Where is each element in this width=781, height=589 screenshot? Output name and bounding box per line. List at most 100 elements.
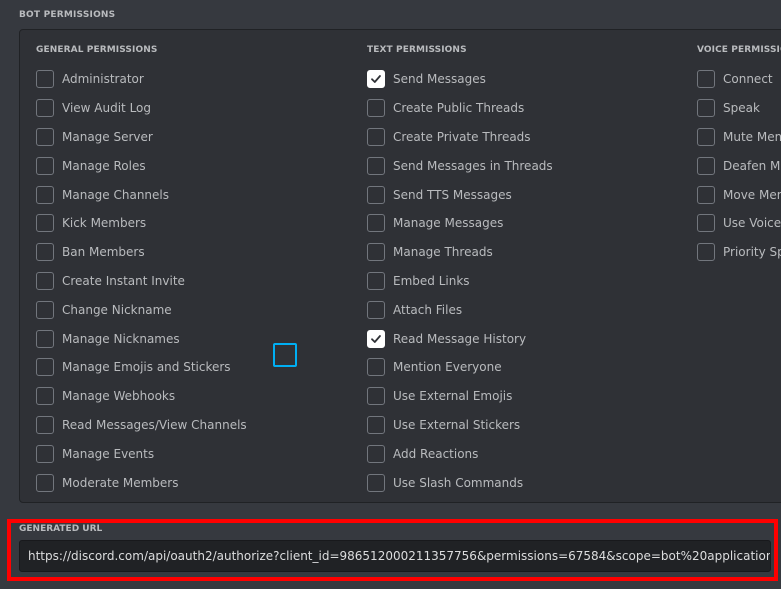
permission-label: Use Slash Commands <box>393 475 524 490</box>
permission-create-private-threads[interactable]: Create Private Threads <box>367 123 553 152</box>
permission-checkbox[interactable] <box>36 271 54 290</box>
permission-manage-messages[interactable]: Manage Messages <box>367 209 553 238</box>
permission-manage-nicknames[interactable]: Manage Nicknames <box>36 324 247 353</box>
permission-checkbox[interactable] <box>36 185 54 204</box>
permission-read-message-history[interactable]: Read Message History <box>367 324 553 353</box>
permission-checkbox[interactable] <box>367 300 385 319</box>
permission-use-external-emojis[interactable]: Use External Emojis <box>367 382 553 411</box>
permission-read-messages-view-channels[interactable]: Read Messages/View Channels <box>36 411 247 440</box>
permission-manage-roles[interactable]: Manage Roles <box>36 151 247 180</box>
permission-priority-spe[interactable]: Priority Spe <box>697 238 781 267</box>
permission-mute-mem[interactable]: Mute Mem <box>697 123 781 152</box>
permission-manage-server[interactable]: Manage Server <box>36 123 247 152</box>
permission-administrator[interactable]: Administrator <box>36 65 247 94</box>
permission-label: Manage Roles <box>62 158 146 173</box>
permission-checkbox[interactable] <box>36 444 54 463</box>
permission-manage-channels[interactable]: Manage Channels <box>36 180 247 209</box>
permission-label: Create Public Threads <box>393 101 525 116</box>
permission-checkbox[interactable] <box>36 387 54 406</box>
permission-add-reactions[interactable]: Add Reactions <box>367 439 553 468</box>
permission-label: Ban Members <box>62 245 145 260</box>
permission-checkbox[interactable] <box>697 127 715 146</box>
permission-checkbox[interactable] <box>367 271 385 290</box>
permission-use-voice-a[interactable]: Use Voice A <box>697 209 781 238</box>
permission-label: Speak <box>723 101 760 116</box>
permission-checkbox[interactable] <box>367 127 385 146</box>
permission-create-public-threads[interactable]: Create Public Threads <box>367 94 553 123</box>
permission-label: Read Message History <box>393 331 527 346</box>
permission-checkbox[interactable] <box>367 214 385 233</box>
permission-label: Use External Stickers <box>393 417 521 432</box>
permission-checkbox[interactable] <box>36 300 54 319</box>
permission-label: Add Reactions <box>393 446 479 461</box>
permission-view-audit-log[interactable]: View Audit Log <box>36 94 247 123</box>
permission-move-mem[interactable]: Move Mem <box>697 180 781 209</box>
permission-label: Manage Threads <box>393 245 493 260</box>
permission-checkbox[interactable] <box>697 156 715 175</box>
permission-label: Manage Nicknames <box>62 331 180 346</box>
permission-checkbox[interactable] <box>367 156 385 175</box>
permission-connect[interactable]: Connect <box>697 65 781 94</box>
permission-change-nickname[interactable]: Change Nickname <box>36 295 247 324</box>
generated-url-title: GENERATED URL <box>19 524 103 534</box>
permission-send-messages[interactable]: Send Messages <box>367 65 553 94</box>
check-icon <box>371 334 381 343</box>
permission-checkbox[interactable] <box>367 444 385 463</box>
permission-attach-files[interactable]: Attach Files <box>367 295 553 324</box>
permission-ban-members[interactable]: Ban Members <box>36 238 247 267</box>
permission-checkbox[interactable] <box>36 214 54 233</box>
permission-checkbox[interactable] <box>367 473 385 492</box>
permission-checkbox[interactable] <box>697 185 715 204</box>
permission-checkbox[interactable] <box>36 99 54 118</box>
permission-label: Change Nickname <box>62 302 172 317</box>
permission-label: Move Mem <box>723 187 781 202</box>
permission-checkbox[interactable] <box>367 329 385 348</box>
permission-manage-emojis-and-stickers[interactable]: Manage Emojis and Stickers <box>36 353 247 382</box>
permission-manage-threads[interactable]: Manage Threads <box>367 238 553 267</box>
permission-checkbox[interactable] <box>367 70 385 89</box>
permission-checkbox[interactable] <box>36 243 54 262</box>
permission-checkbox[interactable] <box>697 214 715 233</box>
permission-checkbox[interactable] <box>367 387 385 406</box>
permission-mention-everyone[interactable]: Mention Everyone <box>367 353 553 382</box>
permission-label: Administrator <box>62 72 144 87</box>
permission-checkbox[interactable] <box>36 358 54 377</box>
permission-label: Manage Messages <box>393 216 504 231</box>
focus-outline-checkbox[interactable] <box>273 343 297 367</box>
permission-checkbox[interactable] <box>697 243 715 262</box>
permission-moderate-members[interactable]: Moderate Members <box>36 468 247 497</box>
permission-checkbox[interactable] <box>367 99 385 118</box>
permission-embed-links[interactable]: Embed Links <box>367 267 553 296</box>
bot-permissions-title: BOT PERMISSIONS <box>19 10 116 20</box>
generated-url-field[interactable]: https://discord.com/api/oauth2/authorize… <box>19 540 771 572</box>
permission-label: Send Messages in Threads <box>393 158 553 173</box>
permission-manage-events[interactable]: Manage Events <box>36 439 247 468</box>
permission-checkbox[interactable] <box>36 415 54 434</box>
permission-checkbox[interactable] <box>36 329 54 348</box>
permission-checkbox[interactable] <box>367 185 385 204</box>
permission-create-instant-invite[interactable]: Create Instant Invite <box>36 267 247 296</box>
permission-send-messages-in-threads[interactable]: Send Messages in Threads <box>367 151 553 180</box>
permission-label: Manage Emojis and Stickers <box>62 360 231 375</box>
permission-checkbox[interactable] <box>36 473 54 492</box>
permission-send-tts-messages[interactable]: Send TTS Messages <box>367 180 553 209</box>
permission-deafen-me[interactable]: Deafen Me <box>697 151 781 180</box>
permission-checkbox[interactable] <box>697 70 715 89</box>
permission-speak[interactable]: Speak <box>697 94 781 123</box>
generated-url-text[interactable]: https://discord.com/api/oauth2/authorize… <box>28 549 770 563</box>
permission-use-slash-commands[interactable]: Use Slash Commands <box>367 468 553 497</box>
permission-checkbox[interactable] <box>36 156 54 175</box>
permission-manage-webhooks[interactable]: Manage Webhooks <box>36 382 247 411</box>
permission-label: Deafen Me <box>723 158 781 173</box>
permission-checkbox[interactable] <box>367 415 385 434</box>
permission-label: Manage Events <box>62 446 155 461</box>
permission-checkbox[interactable] <box>367 243 385 262</box>
permission-checkbox[interactable] <box>36 127 54 146</box>
permission-label: Use External Emojis <box>393 389 513 404</box>
permission-checkbox[interactable] <box>36 70 54 89</box>
permission-label: Mute Mem <box>723 129 781 144</box>
permission-checkbox[interactable] <box>367 358 385 377</box>
permission-checkbox[interactable] <box>697 99 715 118</box>
permission-use-external-stickers[interactable]: Use External Stickers <box>367 411 553 440</box>
permission-kick-members[interactable]: Kick Members <box>36 209 247 238</box>
